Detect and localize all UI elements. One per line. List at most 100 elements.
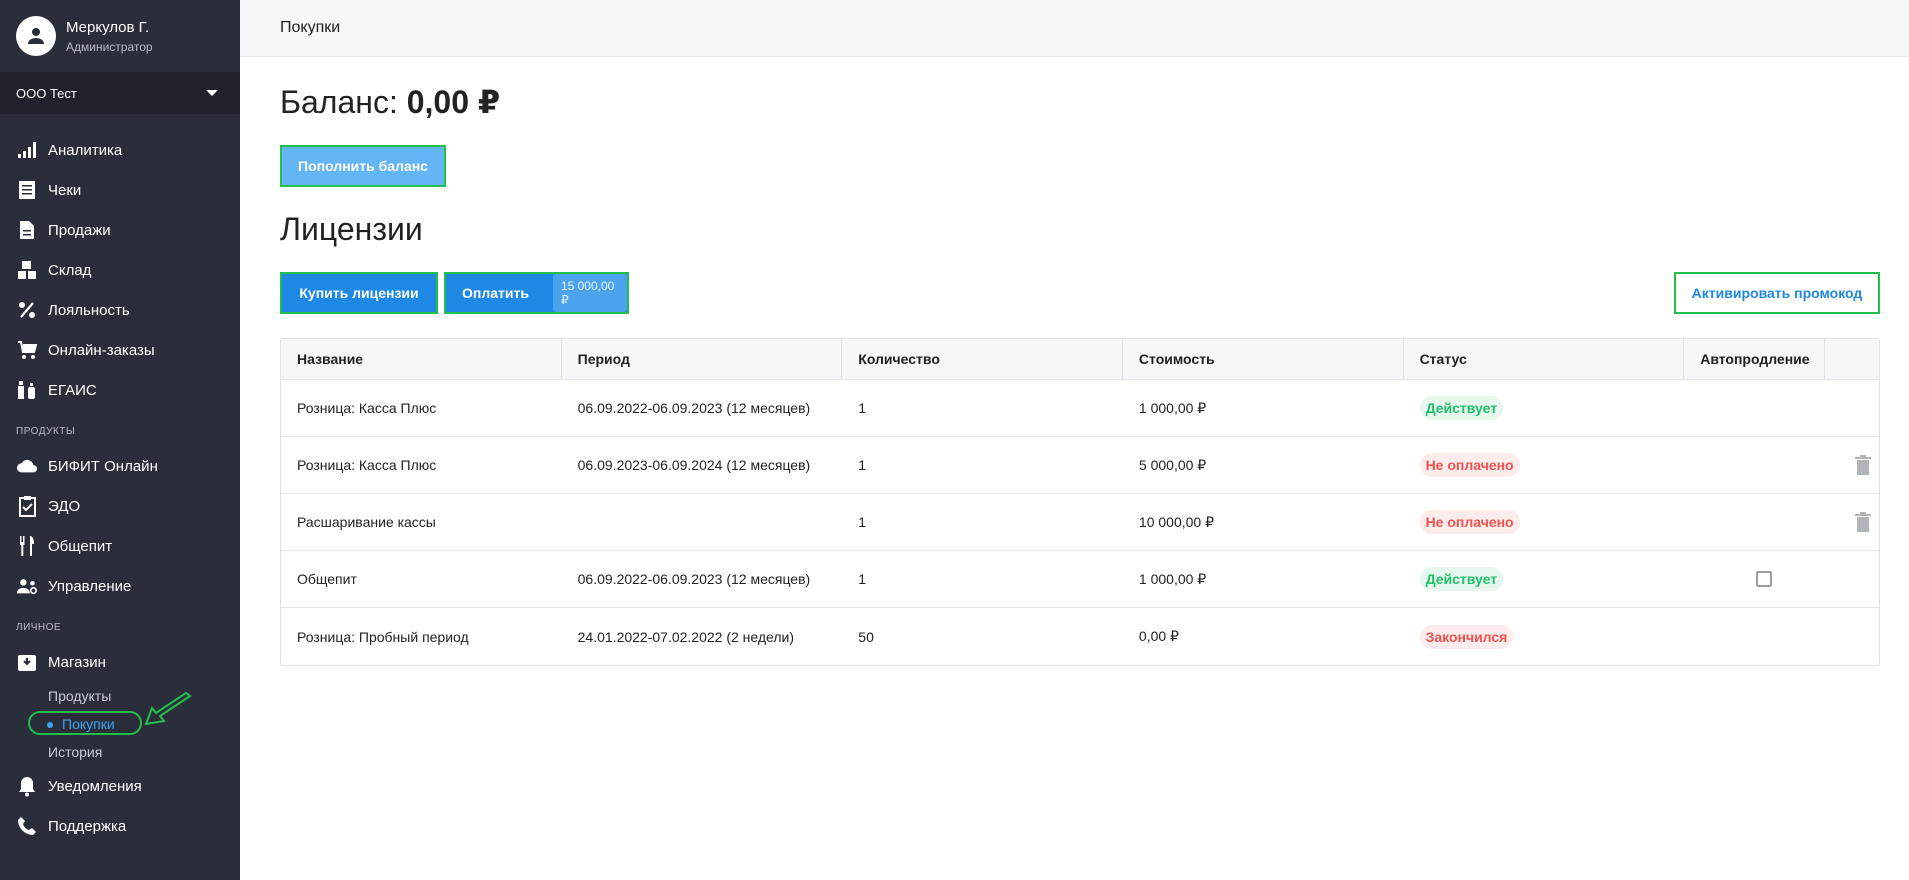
sidebar-item-label: Управление — [48, 577, 132, 595]
activate-promo-button[interactable]: Активировать промокод — [1674, 272, 1880, 314]
sidebar-item-loyalty[interactable]: Лояльность — [0, 290, 240, 330]
table-row: Розница: Касса Плюс 06.09.2023-06.09.202… — [281, 437, 1879, 494]
sidebar-item-sales[interactable]: Продажи — [0, 210, 240, 250]
page-title: Покупки — [280, 19, 341, 36]
bell-icon — [16, 775, 38, 797]
cell-cost: 1 000,00 ₽ — [1138, 399, 1207, 416]
document-icon — [16, 219, 38, 241]
licenses-heading: Лицензии — [280, 211, 423, 247]
sidebar-nav: Аналитика Чеки Продажи Склад Лояльность … — [0, 114, 240, 846]
sidebar-item-label: Общепит — [48, 537, 113, 555]
cell-actions — [1825, 608, 1879, 665]
cart-icon — [16, 339, 38, 361]
cell-quantity: 50 — [858, 628, 874, 645]
cell-quantity: 1 — [858, 457, 867, 473]
cell-name: Общепит — [297, 571, 357, 587]
balance-label: Баланс: — [280, 84, 398, 120]
cell-cost: 1 000,00 ₽ — [1138, 570, 1207, 587]
sidebar-item-label: Аналитика — [48, 141, 123, 159]
trash-icon[interactable] — [1855, 512, 1872, 532]
sidebar-subitem-label: Покупки — [62, 716, 115, 732]
column-header-quantity[interactable]: Количество — [842, 339, 1123, 379]
cell-autorenew — [1684, 494, 1825, 550]
cell-period: 06.09.2022-06.09.2023 (12 месяцев) — [577, 400, 811, 416]
user-block[interactable]: Меркулов Г. Администратор — [0, 0, 240, 72]
status-badge: Закончился — [1419, 624, 1514, 649]
bottles-icon — [16, 379, 38, 401]
sidebar-item-edo[interactable]: ЭДО — [0, 486, 240, 526]
percent-icon — [16, 299, 38, 321]
sidebar-item-notifications[interactable]: Уведомления — [0, 766, 240, 806]
sidebar-subitem-history[interactable]: История — [0, 738, 240, 766]
column-header-autorenew[interactable]: Автопродление — [1684, 339, 1826, 379]
sidebar-item-egais[interactable]: ЕГАИС — [0, 370, 240, 410]
sidebar-item-online-orders[interactable]: Онлайн-заказы — [0, 330, 240, 370]
annotation-arrow-icon — [144, 692, 192, 726]
sidebar-item-catering[interactable]: Общепит — [0, 526, 240, 566]
receipt-icon — [16, 179, 38, 201]
table-header-row: Название Период Количество Стоимость Ста… — [281, 339, 1879, 380]
sidebar-subitem-purchases[interactable]: Покупки — [0, 710, 240, 738]
cell-cost: 0,00 ₽ — [1138, 628, 1179, 644]
cell-period: 06.09.2023-06.09.2024 (12 месяцев) — [577, 457, 811, 473]
cell-quantity: 1 — [858, 571, 867, 587]
pay-button-label: Оплатить — [462, 285, 529, 301]
status-badge: Действует — [1419, 396, 1504, 420]
pay-button[interactable]: Оплатить 15 000,00 ₽ — [444, 272, 629, 314]
user-icon — [28, 28, 44, 44]
cell-actions — [1825, 437, 1879, 493]
balance-heading: Баланс: 0,00 ₽ — [280, 83, 1880, 121]
sidebar-item-label: ЕГАИС — [48, 381, 97, 399]
column-header-name[interactable]: Название — [281, 339, 562, 379]
sidebar-item-label: Магазин — [48, 653, 106, 671]
column-header-actions — [1825, 339, 1879, 379]
section-label-products: ПРОДУКТЫ — [16, 426, 76, 437]
table-row: Розница: Пробный период 24.01.2022-07.02… — [281, 608, 1879, 665]
topup-balance-button[interactable]: Пополнить баланс — [280, 145, 446, 187]
active-dot-icon — [47, 722, 53, 728]
buy-licenses-button[interactable]: Купить лицензии — [280, 272, 438, 314]
column-header-period[interactable]: Период — [562, 339, 843, 379]
sidebar-item-label: Лояльность — [48, 301, 130, 319]
sidebar-item-bifit-online[interactable]: БИФИТ Онлайн — [0, 446, 240, 486]
cell-autorenew — [1684, 608, 1825, 665]
sidebar-item-label: ЭДО — [48, 497, 81, 515]
cell-period: 24.01.2022-07.02.2022 (2 недели) — [577, 628, 795, 645]
sidebar-item-shop[interactable]: Магазин — [0, 642, 240, 682]
org-name: ООО Тест — [16, 85, 77, 101]
cloud-icon — [16, 455, 38, 477]
sidebar-subitem-products[interactable]: Продукты — [0, 682, 240, 710]
cell-name: Расшаривание кассы — [297, 514, 436, 530]
cell-status: Не оплачено — [1404, 494, 1685, 550]
column-header-cost[interactable]: Стоимость — [1123, 339, 1404, 379]
cell-period: 06.09.2022-06.09.2023 (12 месяцев) — [577, 571, 811, 587]
status-badge: Не оплачено — [1419, 510, 1520, 534]
sidebar-item-label: Склад — [48, 261, 92, 279]
cell-cost: 5 000,00 ₽ — [1138, 456, 1207, 473]
sidebar-item-management[interactable]: Управление — [0, 566, 240, 606]
status-badge: Не оплачено — [1419, 453, 1520, 477]
pay-amount-badge: 15 000,00 ₽ — [552, 274, 627, 312]
sidebar-item-analytics[interactable]: Аналитика — [0, 130, 240, 170]
main-content: Баланс: 0,00 ₽ Пополнить баланс Лицензии… — [280, 57, 1880, 666]
boxes-icon — [16, 259, 38, 281]
table-row: Общепит 06.09.2022-06.09.2023 (12 месяце… — [281, 551, 1879, 608]
column-header-status[interactable]: Статус — [1404, 339, 1685, 379]
store-box-icon — [16, 651, 38, 673]
cell-status: Не оплачено — [1404, 437, 1685, 493]
sidebar-item-support[interactable]: Поддержка — [0, 806, 240, 846]
status-badge: Действует — [1419, 567, 1504, 591]
chevron-down-icon — [206, 90, 218, 96]
autorenew-checkbox[interactable] — [1756, 571, 1773, 587]
cell-status: Действует — [1404, 551, 1685, 607]
section-label-personal: ЛИЧНОЕ — [16, 622, 62, 633]
sidebar-item-warehouse[interactable]: Склад — [0, 250, 240, 290]
trash-icon[interactable] — [1855, 455, 1872, 475]
sidebar-item-receipts[interactable]: Чеки — [0, 170, 240, 210]
cell-status: Закончился — [1404, 608, 1685, 665]
sidebar: Меркулов Г. Администратор ООО Тест Анали… — [0, 0, 240, 880]
cell-quantity: 1 — [858, 400, 867, 416]
cell-autorenew — [1684, 437, 1825, 493]
user-name: Меркулов Г. — [66, 18, 150, 36]
org-selector[interactable]: ООО Тест — [0, 72, 240, 114]
